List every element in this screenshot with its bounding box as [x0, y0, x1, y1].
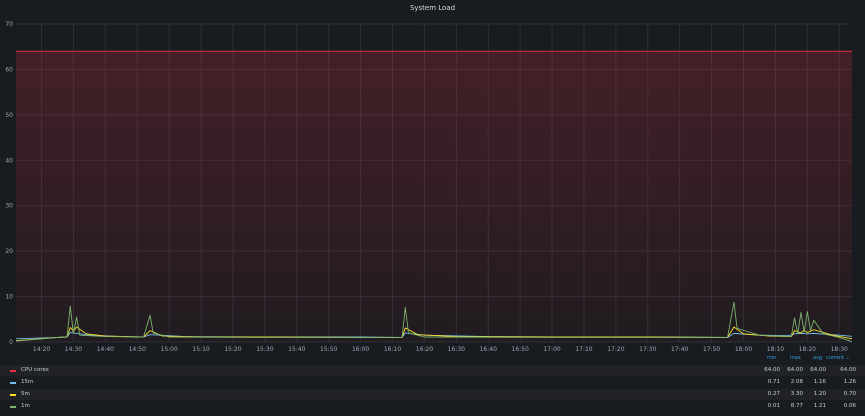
y-tick-label: 10: [5, 294, 13, 301]
x-tick-label: 16:40: [480, 346, 497, 353]
x-tick-label: 16:10: [384, 346, 401, 353]
series-cpu-cores-area: [16, 51, 852, 342]
legend-avg: 1.20: [813, 391, 826, 397]
load-chart[interactable]: 0 10 20 30 40 50 60 70 14:20 14:30 14:40 14:50 15:00…: [0, 0, 865, 355]
y-tick-label: 40: [5, 157, 13, 164]
x-tick-label: 14:50: [129, 346, 146, 353]
y-tick-label: 50: [5, 112, 13, 119]
x-tick-label: 16:50: [512, 346, 529, 353]
system-load-panel: System Load 0 10 20 30 40 50 60 70 14:20 14:30 14:…: [0, 0, 865, 416]
legend-swatch: [10, 394, 16, 396]
x-tick-label: 15:40: [288, 346, 305, 353]
sort-desc-icon: ⌄: [845, 355, 850, 361]
legend-header-avg[interactable]: avg: [813, 355, 822, 364]
x-tick-label: 17:40: [671, 346, 688, 353]
legend-current: 1.26: [843, 379, 856, 385]
legend-series-name: CPU cores: [21, 367, 49, 373]
legend-row-cpu-cores[interactable]: CPU cores 64.00 64.00 64.00 64.00: [0, 365, 865, 376]
x-tick-label: 17:10: [575, 346, 592, 353]
legend-current: 0.06: [843, 403, 856, 409]
y-tick-label: 30: [5, 203, 13, 210]
legend-header-min[interactable]: min: [767, 355, 776, 364]
x-tick-label: 16:30: [448, 346, 465, 353]
x-tick-label: 15:20: [224, 346, 241, 353]
x-tick-label: 14:30: [65, 346, 82, 353]
legend-avg: 1.16: [813, 379, 826, 385]
x-tick-label: 18:00: [735, 346, 752, 353]
legend-current: 0.70: [843, 391, 856, 397]
x-tick-label: 18:20: [799, 346, 816, 353]
legend-current: 64.00: [840, 367, 856, 373]
legend-header-current[interactable]: current ⌄: [826, 355, 850, 364]
legend-swatch: [10, 370, 16, 372]
y-tick-label: 20: [5, 248, 13, 255]
x-tick-label: 17:20: [607, 346, 624, 353]
x-tick-label: 15:30: [256, 346, 273, 353]
legend-swatch: [10, 406, 16, 408]
legend-avg: 1.21: [813, 403, 826, 409]
x-tick-label: 16:20: [416, 346, 433, 353]
x-tick-label: 17:00: [543, 346, 560, 353]
legend-row-1m[interactable]: 1m 0.01 8.77 1.21 0.06: [0, 401, 865, 412]
x-tick-label: 14:20: [33, 346, 50, 353]
x-tick-label: 18:30: [831, 346, 848, 353]
legend-avg: 64.00: [810, 367, 826, 373]
legend-series-name: 1m: [21, 403, 30, 409]
x-tick-label: 17:50: [703, 346, 720, 353]
legend-series-name: 5m: [21, 391, 30, 397]
y-tick-label: 0: [9, 339, 13, 346]
legend-swatch: [10, 382, 16, 384]
legend-header-max[interactable]: max: [790, 355, 801, 364]
x-tick-label: 14:40: [97, 346, 114, 353]
y-tick-label: 70: [5, 21, 13, 28]
y-tick-label: 60: [5, 66, 13, 73]
x-tick-label: 17:30: [639, 346, 656, 353]
x-tick-label: 15:50: [320, 346, 337, 353]
legend-header-current-label: current: [826, 355, 845, 361]
x-tick-label: 18:10: [767, 346, 784, 353]
legend-row-5m[interactable]: 5m 0.27 3.30 1.20 0.70: [0, 389, 865, 400]
legend-row-15m[interactable]: 15m 0.71 2.08 1.16 1.26: [0, 377, 865, 388]
legend-series-name: 15m: [21, 379, 34, 385]
x-tick-label: 15:10: [192, 346, 209, 353]
x-tick-label: 16:00: [352, 346, 369, 353]
x-tick-label: 15:00: [161, 346, 178, 353]
